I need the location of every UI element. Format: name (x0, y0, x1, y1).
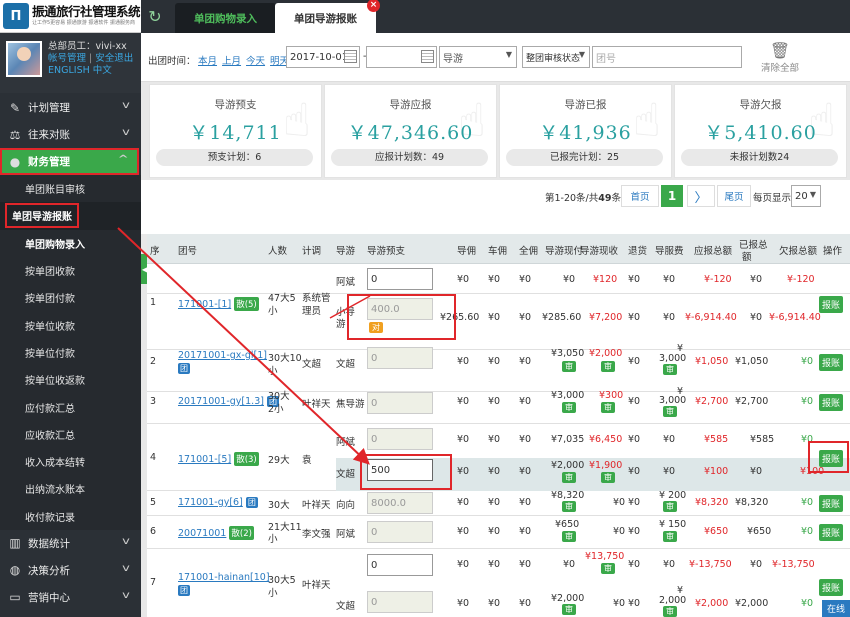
annotation-arrows (117, 227, 371, 465)
arrow-line (117, 227, 370, 465)
arrow-line (329, 295, 371, 319)
online-chat-button[interactable]: 在线 (822, 600, 850, 617)
